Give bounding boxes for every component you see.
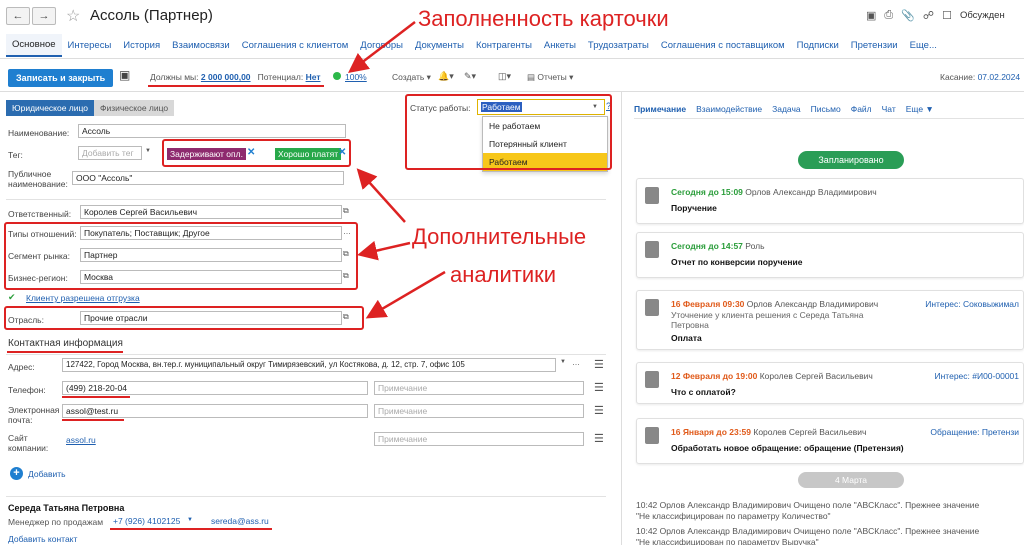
arrow-industry: [365, 270, 446, 319]
arrow-analytics: [357, 240, 411, 261]
arrow-fill: [348, 21, 416, 74]
arrow-tags: [356, 168, 406, 223]
annotation-arrows: [348, 21, 446, 319]
